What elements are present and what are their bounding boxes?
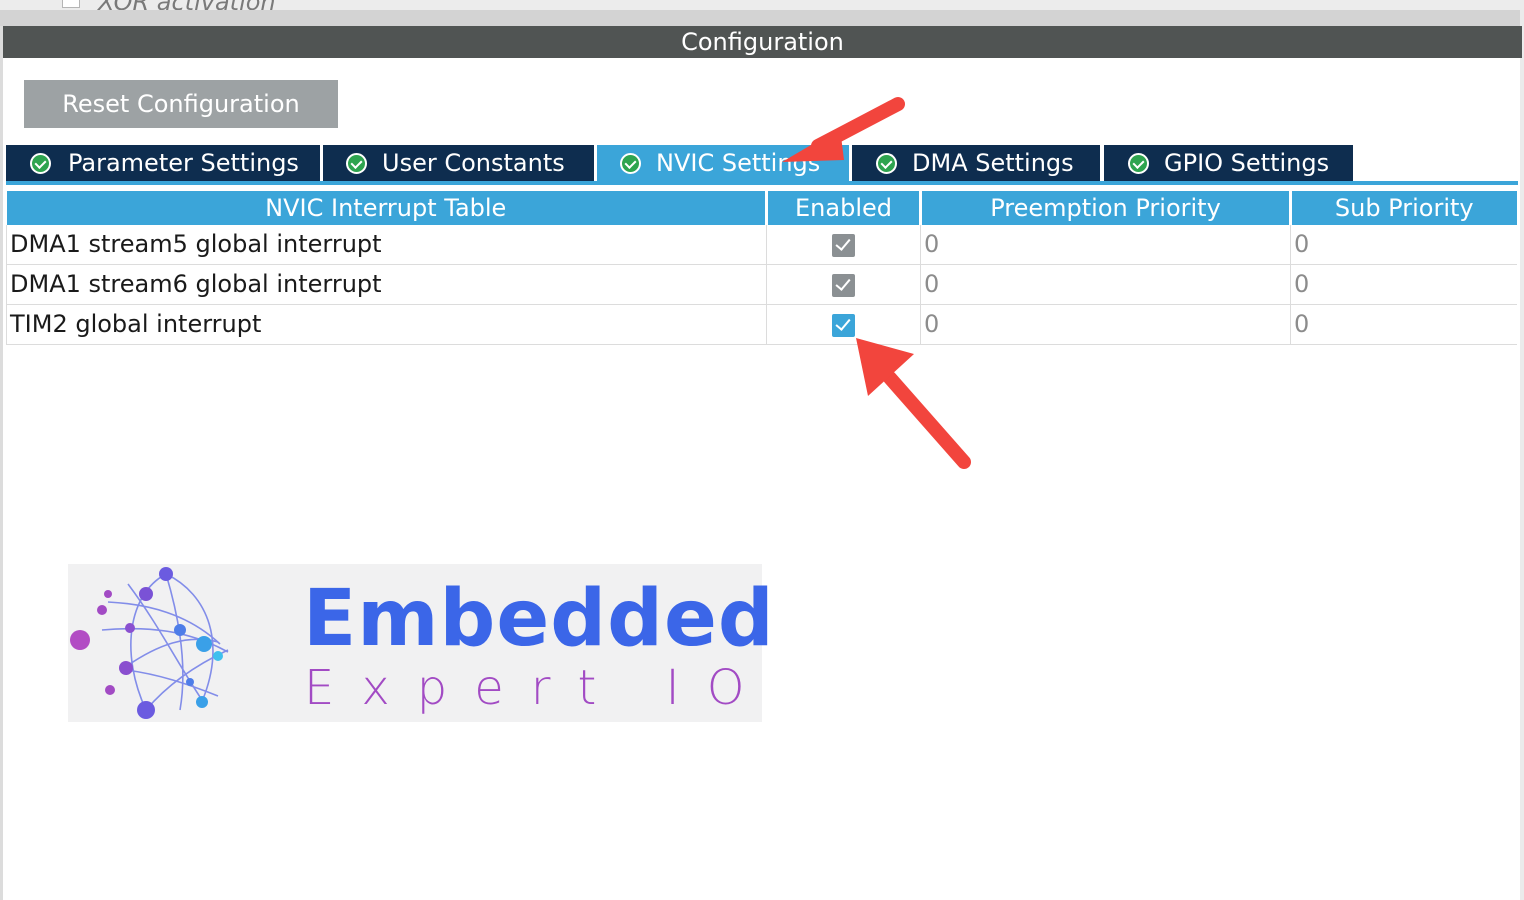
tab-parameter-settings[interactable]: Parameter Settings [6, 145, 320, 182]
logo-title: Embedded [303, 574, 775, 664]
tab-user-constants[interactable]: User Constants [323, 145, 594, 182]
sub-priority-cell[interactable]: 0 [1290, 264, 1517, 305]
tab-label: User Constants [382, 149, 565, 177]
network-globe-icon [70, 567, 229, 719]
left-border [0, 26, 3, 900]
sub-priority-cell[interactable]: 0 [1290, 225, 1517, 265]
partial-checkbox[interactable] [62, 0, 80, 8]
column-header-enabled[interactable]: Enabled [765, 191, 921, 225]
interrupt-name: DMA1 stream5 global interrupt [6, 225, 767, 265]
interrupt-name: TIM2 global interrupt [6, 304, 767, 345]
table-header-row: NVIC Interrupt Table Enabled Preemption … [6, 191, 1517, 225]
partial-row-label: XOR activation [98, 0, 276, 10]
preemption-priority-cell[interactable]: 0 [920, 225, 1291, 265]
configuration-header: Configuration [3, 26, 1522, 58]
reset-configuration-button[interactable]: Reset Configuration [24, 80, 338, 128]
tab-label: GPIO Settings [1164, 149, 1330, 177]
nvic-interrupt-table: NVIC Interrupt Table Enabled Preemption … [6, 191, 1517, 345]
table-row[interactable]: DMA1 stream5 global interrupt 0 0 [6, 225, 1517, 265]
tab-underline [6, 181, 1518, 185]
embedded-expert-io-logo: Embedded Expert IO [68, 564, 774, 722]
annotation-arrow-icon [782, 97, 905, 162]
annotation-arrow-icon [856, 338, 971, 469]
column-header-interrupt[interactable]: NVIC Interrupt Table [6, 191, 767, 225]
enabled-checkbox [832, 273, 855, 297]
tab-label: Parameter Settings [68, 149, 299, 177]
table-row[interactable]: DMA1 stream6 global interrupt 0 0 [6, 264, 1517, 305]
check-circle-icon [30, 153, 51, 174]
top-partial-row: XOR activation [0, 0, 1524, 10]
column-header-preemption[interactable]: Preemption Priority [919, 191, 1291, 225]
check-circle-icon [620, 153, 641, 174]
tab-gpio-settings[interactable]: GPIO Settings [1104, 145, 1353, 182]
panel-divider[interactable] [0, 10, 1524, 26]
tab-label: DMA Settings [912, 149, 1074, 177]
scrollbar-track[interactable] [1520, 0, 1524, 900]
check-circle-icon [346, 153, 367, 174]
enabled-checkbox [832, 233, 855, 257]
column-header-sub-priority[interactable]: Sub Priority [1289, 191, 1517, 225]
sub-priority-cell[interactable]: 0 [1290, 304, 1517, 345]
logo-subtitle: Expert IO [304, 660, 772, 716]
table-row[interactable]: TIM2 global interrupt 0 0 [6, 304, 1517, 345]
preemption-priority-cell[interactable]: 0 [920, 264, 1291, 305]
check-circle-icon [1128, 153, 1149, 174]
interrupt-name: DMA1 stream6 global interrupt [6, 264, 767, 305]
